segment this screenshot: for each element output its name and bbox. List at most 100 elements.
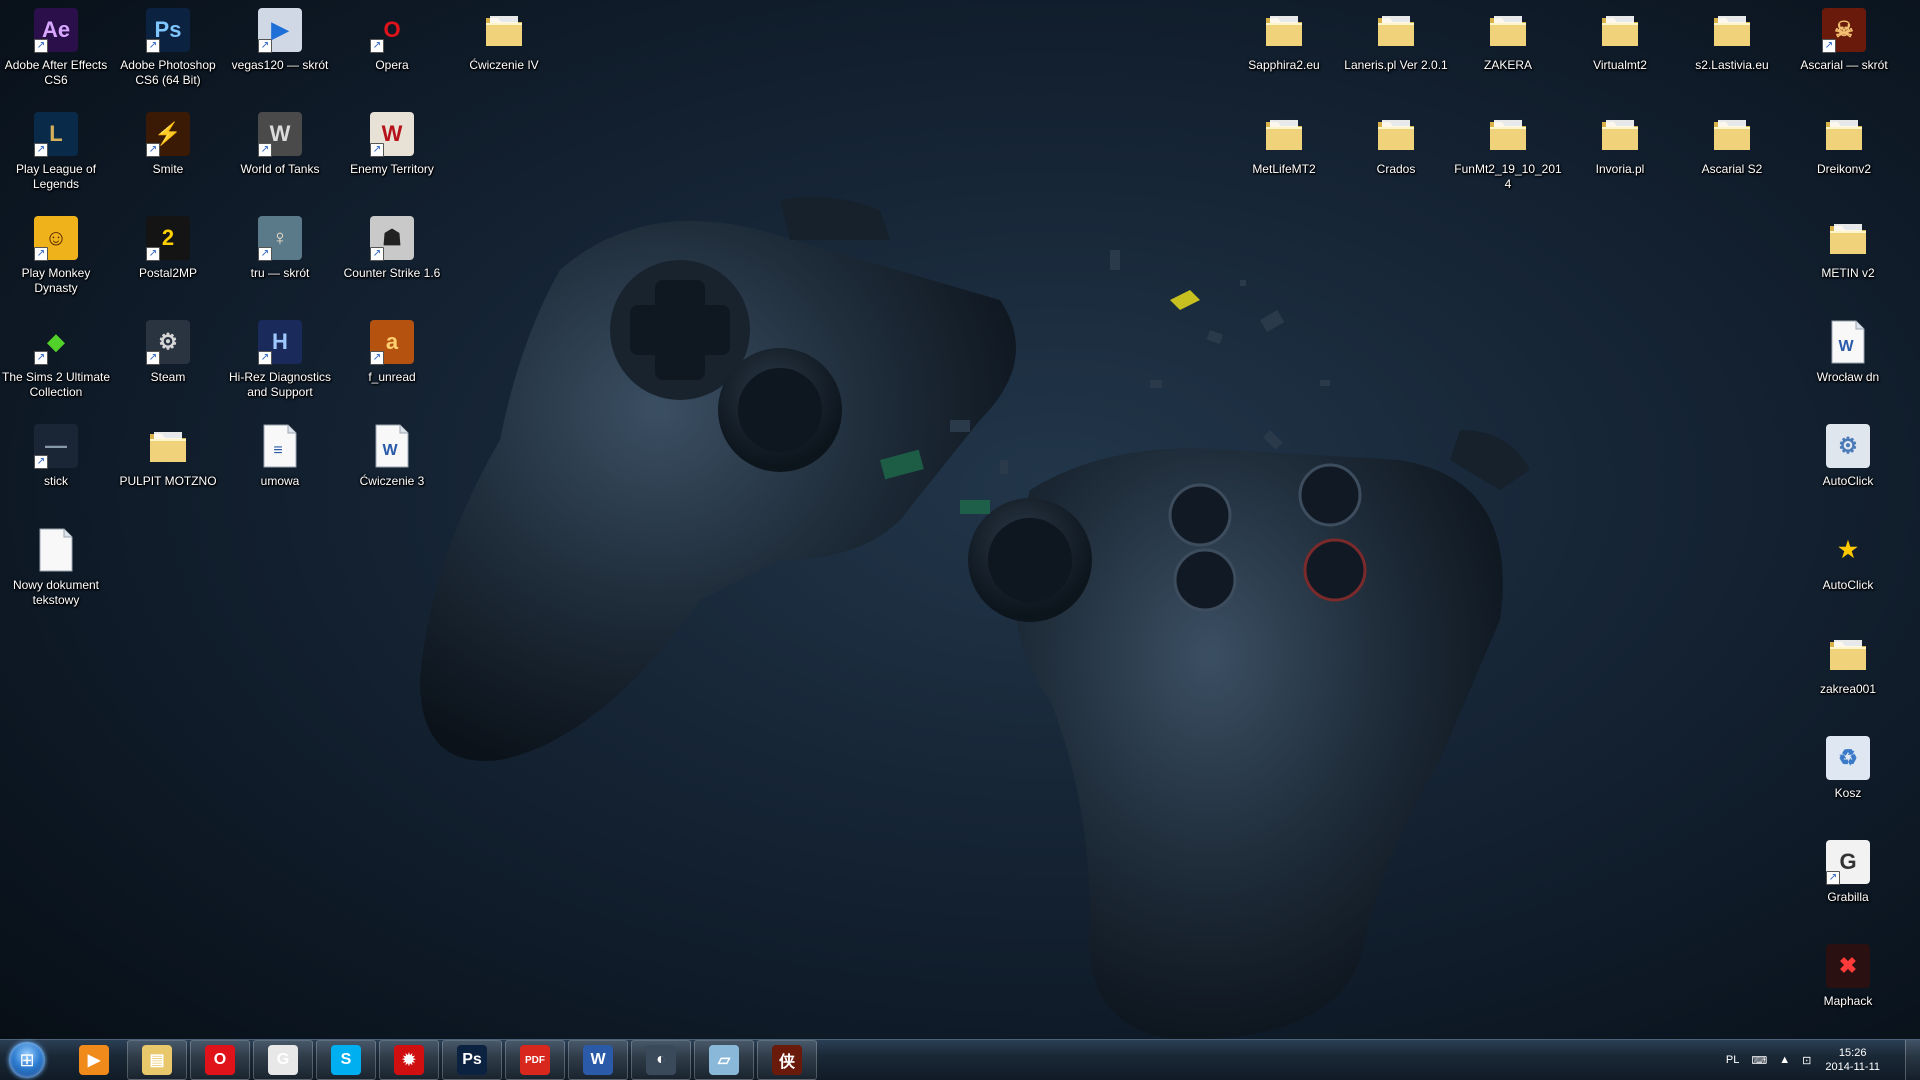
folder-icon	[1708, 6, 1756, 54]
desktop-icon-label: Ćwiczenie IV	[469, 58, 539, 72]
text-document-icon	[32, 526, 80, 574]
desktop-icon-label: METIN v2	[1821, 266, 1875, 280]
stick-icon: — ↗	[32, 422, 80, 470]
desktop-icon-label: Ćwiczenie 3	[359, 474, 425, 488]
desktop-icon[interactable]: H ↗ Hi-Rez Diagnostics and Support	[224, 312, 336, 412]
taskbar-button-skype[interactable]: S	[316, 1040, 376, 1080]
language-indicator[interactable]: PL	[1726, 1054, 1739, 1066]
desktop-icon[interactable]: Virtualmt2	[1564, 0, 1676, 100]
desktop-icon[interactable]: 2 ↗ Postal2MP	[112, 208, 224, 308]
desktop-icon[interactable]: ≡ umowa	[224, 416, 336, 516]
taskbar-button-paint[interactable]: ▱	[694, 1040, 754, 1080]
shortcut-arrow-icon: ↗	[1826, 871, 1840, 885]
desktop-icon[interactable]: Ascarial S2	[1676, 104, 1788, 204]
shortcut-arrow-icon: ↗	[1822, 39, 1836, 53]
shortcut-arrow-icon: ↗	[258, 39, 272, 53]
skype-icon: S	[331, 1045, 361, 1075]
network-icon[interactable]: ⊡	[1802, 1054, 1811, 1067]
desktop-icon[interactable]: ☗ ↗ Counter Strike 1.6	[336, 208, 448, 308]
shortcut-arrow-icon: ↗	[370, 351, 384, 365]
desktop-icon[interactable]: s2.Lastivia.eu	[1676, 0, 1788, 100]
desktop-icon[interactable]: PULPIT MOTZNO	[112, 416, 224, 516]
folder-icon	[1596, 110, 1644, 158]
desktop-icon[interactable]: Ae ↗ Adobe After Effects CS6	[0, 0, 112, 100]
folder-icon	[1372, 110, 1420, 158]
start-button[interactable]: ⊞	[5, 1040, 49, 1080]
taskbar-button-explorer[interactable]: ▤	[127, 1040, 187, 1080]
desktop-icon[interactable]: Ćwiczenie IV	[448, 0, 560, 100]
taskbar-button-grabilla[interactable]: G	[253, 1040, 313, 1080]
keyboard-icon[interactable]: ⌨	[1751, 1054, 1767, 1067]
metin-game-icon: 侠	[772, 1045, 802, 1075]
desktop-icon-label: Kosz	[1834, 786, 1862, 800]
desktop-icon[interactable]: MetLifeMT2	[1228, 104, 1340, 204]
desktop-icon[interactable]: Nowy dokument tekstowy	[0, 520, 112, 620]
taskbar-button-media-player[interactable]: ▶	[64, 1040, 124, 1080]
f-unread-icon: a ↗	[368, 318, 416, 366]
desktop-icon-label: Dreikonv2	[1816, 162, 1872, 176]
desktop-icon-label: Hi-Rez Diagnostics and Support	[228, 370, 332, 399]
word-document-icon: W	[1824, 318, 1872, 366]
folder-icon	[1820, 110, 1868, 158]
desktop-icon[interactable]: — ↗ stick	[0, 416, 112, 516]
enemy-territory-icon: W ↗	[368, 110, 416, 158]
desktop-icon-label: zakrea001	[1819, 682, 1877, 696]
desktop-icon[interactable]: a ↗ f_unread	[336, 312, 448, 412]
taskbar-buttons: ▶ ▤ O G S ✹ Ps PDF W ◐ ▱ 侠	[61, 1040, 817, 1080]
desktop-icon[interactable]: G ↗ Grabilla	[1792, 832, 1904, 932]
desktop-icon-label: vegas120 — skrót	[231, 58, 329, 72]
svg-text:W: W	[1838, 338, 1854, 355]
desktop-icon[interactable]: METIN v2	[1792, 208, 1904, 308]
desktop-icon-label: ZAKERA	[1483, 58, 1532, 72]
taskbar-button-antivirus[interactable]: ✹	[379, 1040, 439, 1080]
desktop-icon[interactable]: zakrea001	[1792, 624, 1904, 724]
desktop-icon[interactable]: W ↗ World of Tanks	[224, 104, 336, 204]
steam-icon: ⚙ ↗	[144, 318, 192, 366]
desktop-icon-label: Virtualmt2	[1593, 58, 1647, 72]
desktop-icon[interactable]: ☺ ↗ Play Monkey Dynasty	[0, 208, 112, 308]
shortcut-arrow-icon: ↗	[258, 351, 272, 365]
desktop-icon-label: AutoClick	[1822, 474, 1874, 488]
desktop-icon[interactable]: ⚙ ↗ Steam	[112, 312, 224, 412]
desktop-icon[interactable]: Sapphira2.eu	[1228, 0, 1340, 100]
desktop-icon[interactable]: ▶ ↗ vegas120 — skrót	[224, 0, 336, 100]
desktop-icon[interactable]: Laneris.pl Ver 2.0.1	[1340, 0, 1452, 100]
desktop-icon[interactable]: Ps ↗ Adobe Photoshop CS6 (64 Bit)	[112, 0, 224, 100]
desktop-icon[interactable]: O ↗ Opera	[336, 0, 448, 100]
recycle-bin-icon: ♻	[1824, 734, 1872, 782]
desktop-icon[interactable]: ◆ ↗ The Sims 2 Ultimate Collection	[0, 312, 112, 412]
taskbar-button-opera[interactable]: O	[190, 1040, 250, 1080]
taskbar-button-word[interactable]: W	[568, 1040, 628, 1080]
desktop-icon[interactable]: ★ AutoClick	[1792, 520, 1904, 620]
hirez-icon: H ↗	[256, 318, 304, 366]
taskbar-button-metin[interactable]: 侠	[757, 1040, 817, 1080]
media-player-icon: ▶	[79, 1045, 109, 1075]
desktop-icon[interactable]: W ↗ Enemy Territory	[336, 104, 448, 204]
desktop-icon[interactable]: W Wrocław dn	[1792, 312, 1904, 412]
opera-icon: O ↗	[368, 6, 416, 54]
desktop-icon[interactable]: Crados	[1340, 104, 1452, 204]
desktop-icon[interactable]: ⚡ ↗ Smite	[112, 104, 224, 204]
taskbar: ⊞ ▶ ▤ O G S ✹ Ps PDF W ◐ ▱ 侠 PL ⌨ ▲ ⊡ 15:26 2014-11…	[0, 1039, 1920, 1080]
taskbar-button-steam[interactable]: ◐	[631, 1040, 691, 1080]
clock[interactable]: 15:26 2014-11-11	[1825, 1046, 1880, 1074]
shortcut-arrow-icon: ↗	[146, 247, 160, 261]
tomb-raider-icon: ♀ ↗	[256, 214, 304, 262]
desktop-icon[interactable]: W Ćwiczenie 3	[336, 416, 448, 516]
desktop-icon[interactable]: FunMt2_19_10_2014	[1452, 104, 1564, 204]
desktop-icon-label: Ascarial — skrót	[1800, 58, 1888, 72]
desktop-icon[interactable]: ♀ ↗ tru — skrót	[224, 208, 336, 308]
show-desktop-button[interactable]	[1905, 1040, 1920, 1080]
desktop-icon[interactable]: ☠ ↗ Ascarial — skrót	[1788, 0, 1900, 100]
desktop-icon[interactable]: ✖ Maphack	[1792, 936, 1904, 1036]
desktop-icon[interactable]: Dreikonv2	[1788, 104, 1900, 204]
show-hidden-icons-icon[interactable]: ▲	[1779, 1054, 1790, 1066]
desktop-icon[interactable]: ⚙ AutoClick	[1792, 416, 1904, 516]
taskbar-button-photoshop[interactable]: Ps	[442, 1040, 502, 1080]
desktop-icon[interactable]: L ↗ Play League of Legends	[0, 104, 112, 204]
taskbar-button-pdf-viewer[interactable]: PDF	[505, 1040, 565, 1080]
desktop-icon[interactable]: ♻ Kosz	[1792, 728, 1904, 828]
desktop-icon[interactable]: ZAKERA	[1452, 0, 1564, 100]
desktop-icon-label: Opera	[375, 58, 409, 72]
desktop-icon[interactable]: Invoria.pl	[1564, 104, 1676, 204]
